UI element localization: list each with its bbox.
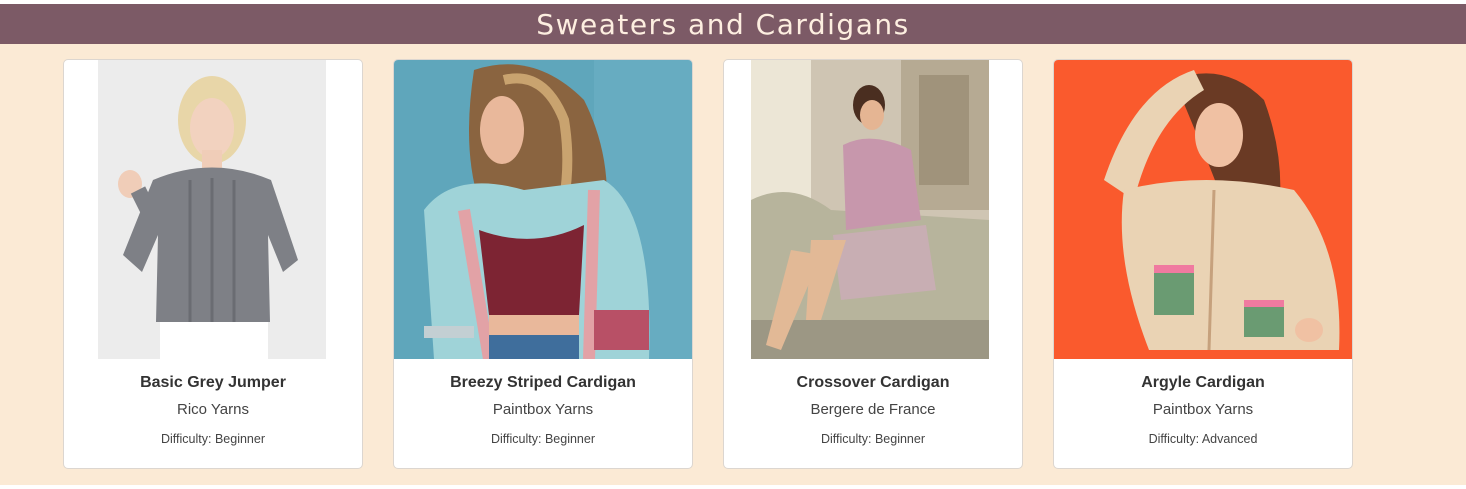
product-name[interactable]: Basic Grey Jumper — [64, 374, 362, 392]
product-image-wrap[interactable] — [394, 60, 692, 359]
product-name[interactable]: Breezy Striped Cardigan — [394, 374, 692, 392]
section-title: Sweaters and Cardigans — [536, 7, 910, 41]
product-card-argyle-cardigan[interactable]: Argyle Cardigan Paintbox Yarns Difficult… — [1053, 59, 1353, 469]
product-photo[interactable] — [1054, 60, 1352, 359]
product-photo[interactable] — [751, 60, 989, 359]
product-name[interactable]: Argyle Cardigan — [1054, 374, 1352, 392]
section-banner: Sweaters and Cardigans — [0, 4, 1466, 44]
product-difficulty: Difficulty: Advanced — [1148, 432, 1258, 446]
product-image-wrap[interactable] — [751, 60, 989, 359]
product-difficulty: Difficulty: Beginner — [491, 432, 595, 446]
product-difficulty: Difficulty: Beginner — [821, 432, 925, 446]
product-difficulty: Difficulty: Beginner — [161, 432, 265, 446]
product-photo[interactable] — [394, 60, 692, 359]
product-image-wrap[interactable] — [98, 60, 326, 359]
product-brand: Paintbox Yarns — [492, 401, 594, 418]
product-card-crossover-cardigan[interactable]: Crossover Cardigan Bergere de France Dif… — [723, 59, 1023, 469]
product-card-basic-grey-jumper[interactable]: Basic Grey Jumper Rico Yarns Difficulty:… — [63, 59, 363, 469]
product-image-wrap[interactable] — [1054, 60, 1352, 359]
product-photo[interactable] — [98, 60, 326, 359]
product-brand: Paintbox Yarns — [1152, 401, 1254, 418]
product-brand: Rico Yarns — [177, 401, 249, 418]
product-name[interactable]: Crossover Cardigan — [724, 374, 1022, 392]
product-card-breezy-striped-cardigan[interactable]: Breezy Striped Cardigan Paintbox Yarns D… — [393, 59, 693, 469]
product-brand: Bergere de France — [810, 401, 936, 418]
